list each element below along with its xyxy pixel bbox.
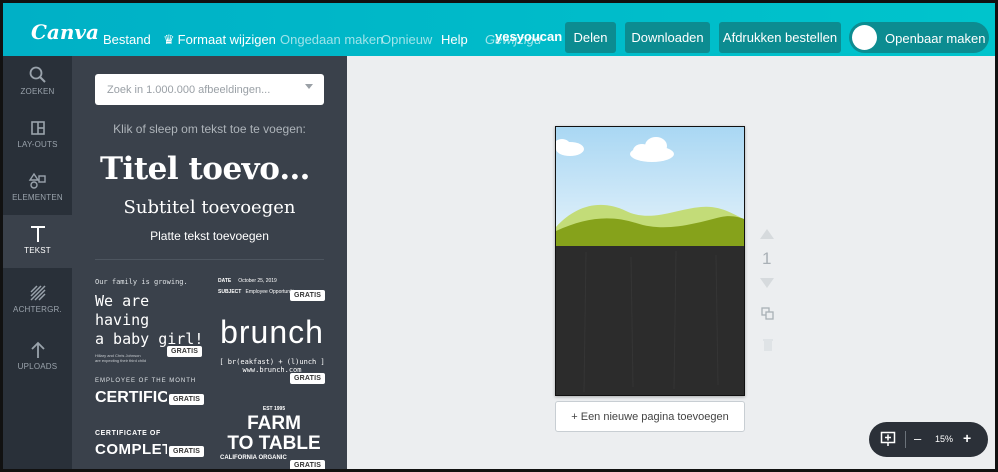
username[interactable]: yesyoucan — [495, 29, 562, 44]
menu-resize[interactable]: ♛ Formaat wijzigen — [163, 32, 276, 48]
top-bar: Canva Bestand ♛ Formaat wijzigen Ongedaan… — [3, 3, 995, 56]
zoom-out-button[interactable]: – — [914, 431, 921, 446]
free-badge: GRATIS — [290, 373, 326, 384]
move-page-up-icon[interactable] — [760, 229, 774, 239]
make-public-label: Openbaar maken — [885, 31, 986, 46]
template-text: October 25, 2019 — [238, 278, 277, 284]
design-page[interactable] — [554, 126, 745, 396]
zoom-in-button[interactable]: + — [963, 430, 971, 446]
template-text: EMPLOYEE OF THE MONTH — [95, 378, 197, 384]
background-icon — [29, 285, 46, 301]
presentation-icon[interactable] — [880, 431, 896, 447]
add-subheading-button[interactable]: Subtitel toevoegen — [72, 197, 347, 218]
design-canvas-image — [554, 127, 744, 395]
delete-page-icon[interactable] — [762, 338, 774, 352]
template-brunch[interactable]: brunch [ br(eakfast) + (l)unch ] www.bru… — [212, 314, 332, 394]
template-farm-to-table[interactable]: EST 1995 FARM TO TABLE CALIFORNIA ORGANI… — [214, 406, 334, 469]
free-badge: GRATIS — [169, 446, 205, 457]
menu-resize-label: Formaat wijzigen — [177, 32, 276, 47]
download-button[interactable]: Downloaden — [625, 22, 710, 53]
rail-label-uploads: UPLOADS — [17, 362, 58, 371]
menu-undo[interactable]: Ongedaan maken — [280, 32, 383, 47]
template-text: CERTIFICATE — [95, 389, 167, 406]
template-text: FARM — [247, 413, 301, 434]
rail-item-elements[interactable]: ELEMENTEN — [3, 162, 72, 215]
rail-label-background: ACHTERGR. — [13, 305, 62, 314]
rail-label-elements: ELEMENTEN — [12, 193, 63, 202]
rail-item-search[interactable]: ZOEKEN — [3, 56, 72, 109]
share-button[interactable]: Delen — [565, 22, 616, 53]
template-text: We are having — [95, 292, 150, 329]
template-text: COMPLETION — [95, 441, 167, 458]
upload-icon — [30, 341, 45, 358]
search-input[interactable] — [95, 74, 295, 105]
menu-redo[interactable]: Opnieuw — [381, 32, 432, 47]
zoom-separator — [905, 431, 906, 448]
add-body-text-button[interactable]: Platte tekst toevoegen — [72, 229, 347, 243]
menu-help[interactable]: Help — [441, 32, 468, 47]
template-text: SUBJECT — [218, 289, 242, 295]
template-text: CERTIFICATE OF — [95, 430, 161, 437]
template-text: EST 1995 — [262, 406, 286, 412]
print-order-button[interactable]: Afdrukken bestellen — [719, 22, 841, 53]
image-search[interactable] — [95, 74, 324, 105]
text-panel: Klik of sleep om tekst toe te voegen: Ti… — [72, 56, 347, 469]
rail-item-layouts[interactable]: LAY-OUTS — [3, 109, 72, 162]
template-text: [ br(eakfast) + (l)unch ] — [219, 358, 325, 366]
layout-icon — [30, 121, 45, 135]
rail-label-layouts: LAY-OUTS — [17, 140, 58, 149]
make-public-toggle[interactable]: Openbaar maken — [849, 22, 989, 53]
free-badge: GRATIS — [167, 346, 203, 357]
text-icon — [30, 226, 45, 242]
free-badge: GRATIS — [169, 394, 205, 405]
template-memo[interactable]: DATE October 25, 2019 SUBJECT Employee O… — [218, 278, 326, 302]
add-page-button[interactable]: + Een nieuwe pagina toevoegen — [555, 401, 745, 432]
toggle-knob — [852, 25, 877, 50]
chevron-down-icon[interactable] — [305, 84, 313, 89]
shapes-icon — [28, 172, 46, 189]
canva-logo[interactable]: Canva — [31, 20, 99, 44]
rail-label-text: TEKST — [24, 246, 51, 255]
template-text: TO TABLE — [227, 433, 321, 454]
free-badge: GRATIS — [290, 290, 326, 301]
search-icon — [29, 66, 46, 83]
canva-editor: Canva Bestand ♛ Formaat wijzigen Ongedaan… — [0, 0, 998, 472]
move-page-down-icon[interactable] — [760, 278, 774, 288]
panel-divider — [95, 259, 324, 260]
panel-hint: Klik of sleep om tekst toe te voegen: — [113, 122, 306, 136]
free-badge: GRATIS — [290, 460, 326, 469]
template-text: are expecting their third child — [95, 358, 147, 363]
template-text: brunch — [220, 314, 324, 350]
zoom-level: 15% — [935, 434, 954, 444]
template-employee-certificate[interactable]: EMPLOYEE OF THE MONTH CERTIFICATE GRATIS — [95, 378, 207, 414]
rail-item-background[interactable]: ACHTERGR. — [3, 274, 72, 327]
side-rail: ZOEKEN LAY-OUTS ELEMENTEN TEKST ACHTERGR… — [3, 56, 72, 469]
template-text: DATE — [218, 278, 232, 284]
add-heading-button[interactable]: Titel toevoegen — [100, 151, 320, 187]
zoom-control: – 15% + — [869, 422, 988, 457]
crown-icon: ♛ — [163, 32, 175, 47]
rail-item-text[interactable]: TEKST — [3, 215, 72, 268]
rail-item-uploads[interactable]: UPLOADS — [3, 331, 72, 384]
menu-file[interactable]: Bestand — [103, 32, 151, 47]
duplicate-page-icon[interactable] — [761, 307, 775, 321]
page-number: 1 — [762, 249, 772, 268]
template-text: Our family is growing. — [95, 278, 188, 286]
template-completion-certificate[interactable]: CERTIFICATE OF COMPLETION GRATIS — [95, 430, 207, 466]
template-baby-announcement[interactable]: Our family is growing. We are having a b… — [95, 278, 207, 363]
rail-label-search: ZOEKEN — [20, 87, 55, 96]
